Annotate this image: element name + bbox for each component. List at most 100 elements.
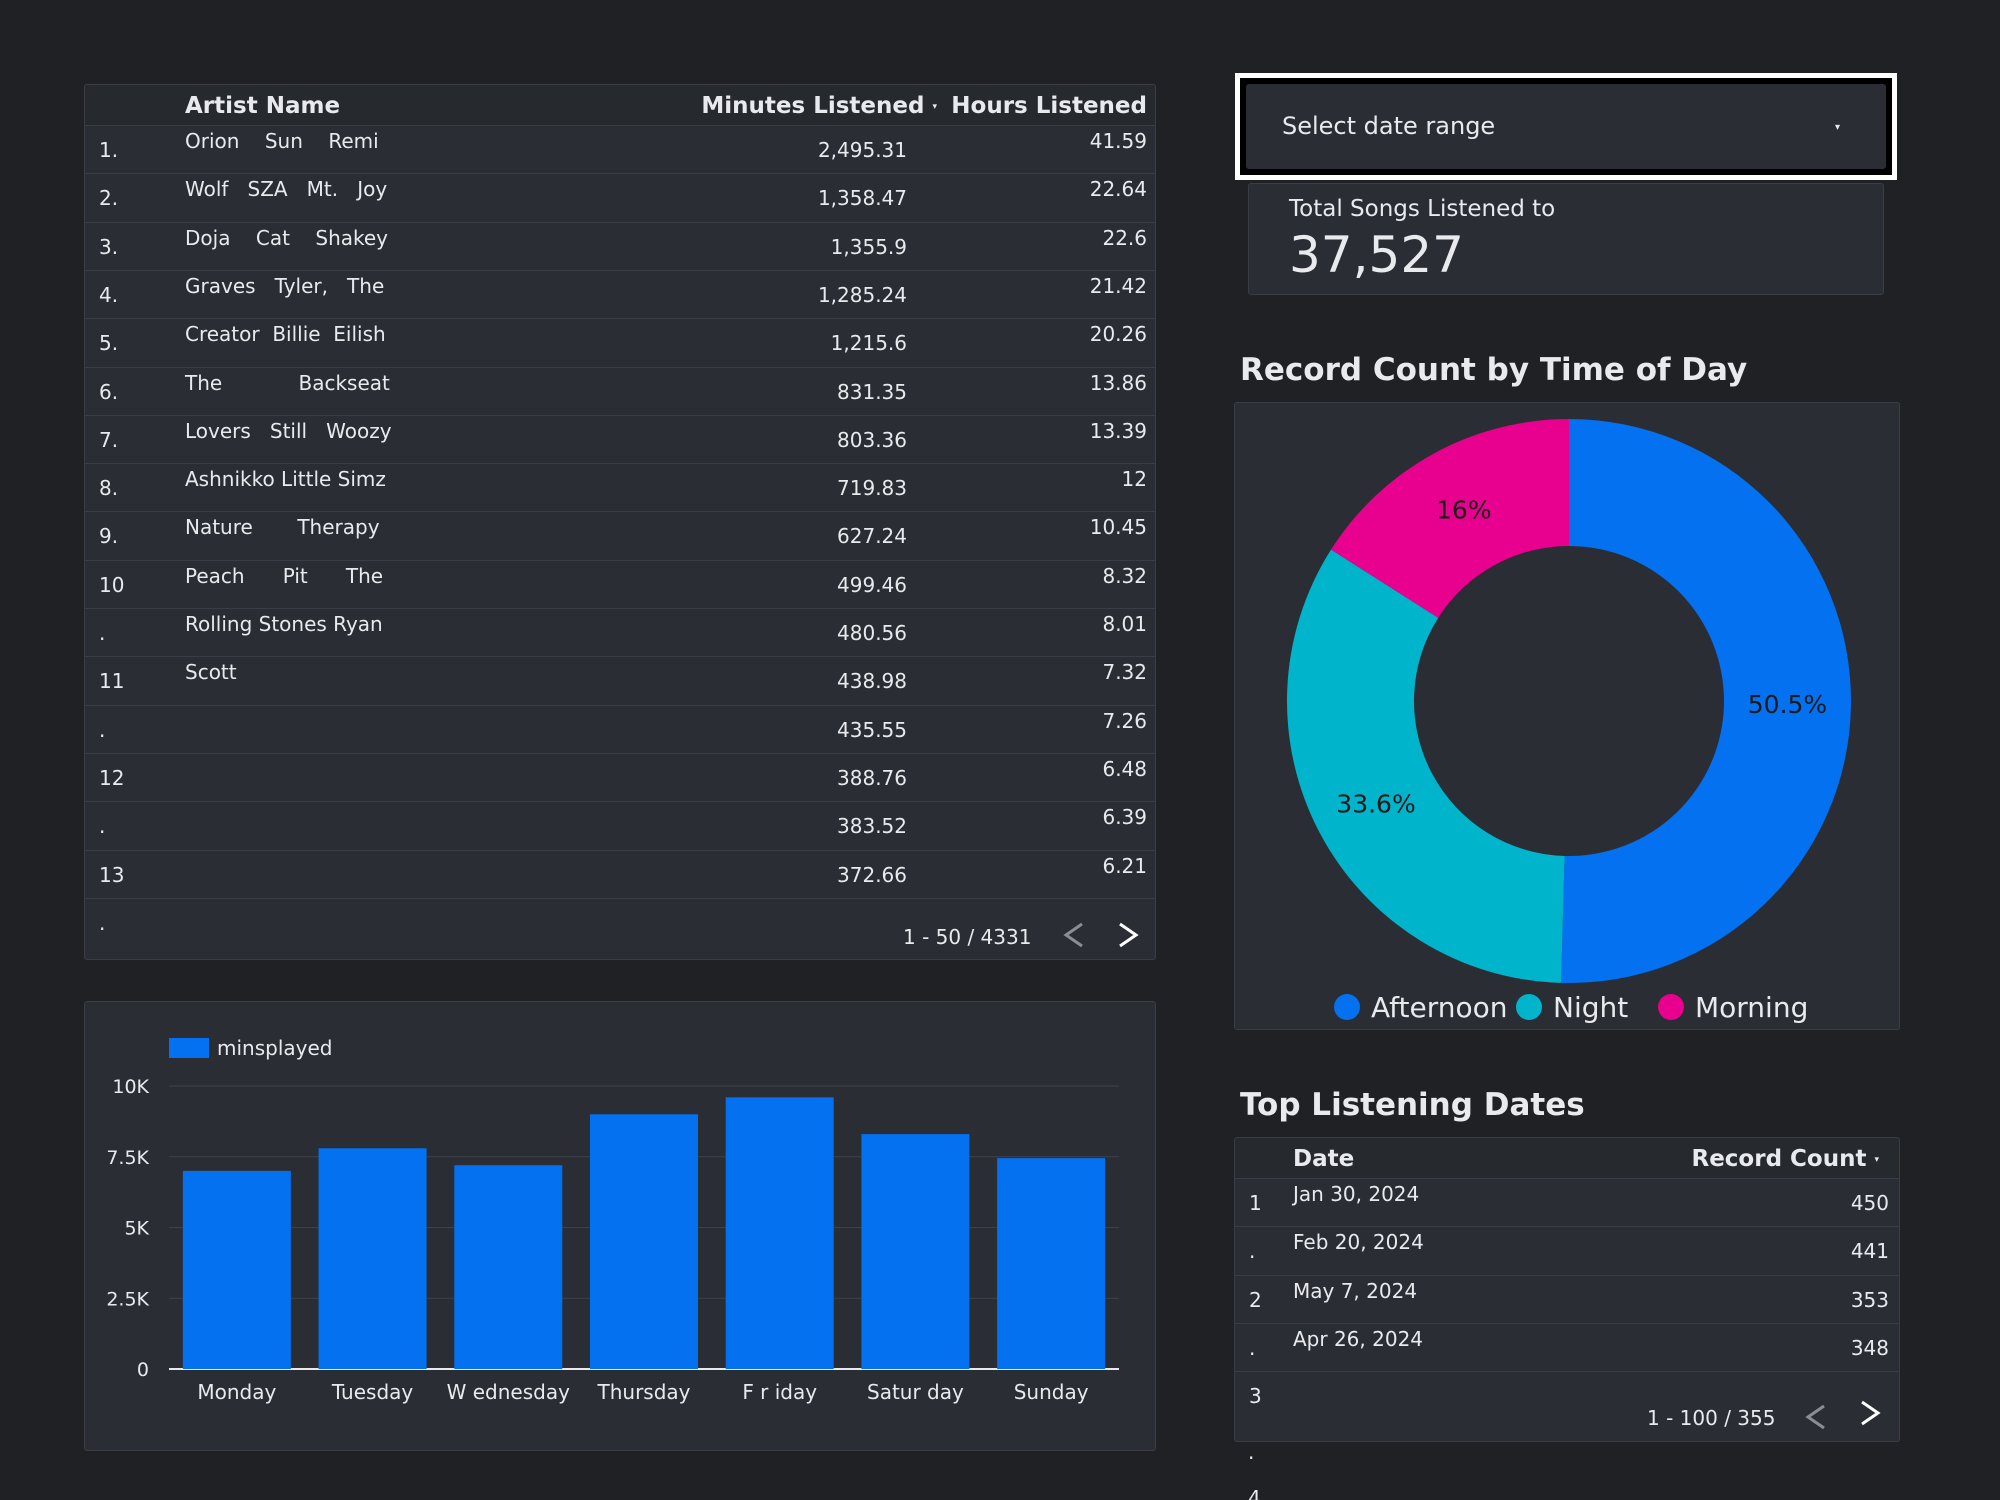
hours-cell: 10.45 [1089, 515, 1147, 540]
column-header-hours-listened[interactable]: Hours Listened [951, 93, 1147, 119]
next-page-icon[interactable] [1111, 918, 1145, 952]
legend-swatch [1516, 994, 1542, 1020]
column-header-artist-name[interactable]: Artist Name [185, 93, 340, 119]
date-range-label: Select date range [1282, 112, 1496, 140]
table-row[interactable]: 2. Wolf SZA Mt. Joy 1,358.47 22.64 [85, 173, 1155, 221]
record-count-cell: 450 [1850, 1191, 1889, 1215]
table-row[interactable]: 10 Peach Pit The 499.46 8.32 [85, 559, 1155, 608]
table-row[interactable]: 5. Creator Billie Eilish 1,215.6 20.26 [85, 318, 1155, 366]
table-row[interactable]: 1 Jan 30, 2024 450 [1235, 1178, 1899, 1226]
x-tick-label: W ednesday [447, 1380, 570, 1404]
x-tick-label: Monday [197, 1380, 276, 1404]
table-row[interactable]: 13 372.66 6.21 [85, 849, 1155, 898]
legend-label: minsplayed [217, 1036, 332, 1060]
table-row[interactable]: . 435.55 7.26 [85, 704, 1155, 753]
table-row[interactable]: 9. Nature Therapy 627.24 10.45 [85, 511, 1155, 559]
table-row[interactable]: 12 388.76 6.48 [85, 752, 1155, 801]
table-row[interactable]: . 383.52 6.39 [85, 801, 1155, 849]
row-index: 2. [99, 186, 119, 211]
hours-cell: 8.01 [1102, 612, 1147, 636]
slice-label: 50.5% [1748, 690, 1827, 719]
column-header-minutes-listened[interactable]: Minutes Listened ▾ [701, 93, 937, 119]
minutes-cell: 480.56 [837, 621, 907, 645]
record-count-cell: 353 [1850, 1287, 1889, 1312]
minutes-by-weekday-chart: 0 2.5K 5K 7.5K 10K Monday Tuesday W ednesday Thu… [106, 1036, 1119, 1404]
bar[interactable] [861, 1134, 970, 1369]
record-count-cell: 348 [1850, 1335, 1889, 1360]
previous-page-icon[interactable] [1799, 1400, 1833, 1434]
hours-cell: 6.21 [1102, 853, 1147, 878]
table-row[interactable]: 7. Lovers Still Woozy 803.36 13.39 [85, 414, 1155, 463]
date-cell: May 7, 2024 [1293, 1278, 1418, 1303]
slice-label: 33.6% [1336, 789, 1415, 818]
bar[interactable] [997, 1158, 1106, 1369]
scorecard-value: 37,527 [1289, 226, 1464, 284]
row-index: 2 [1249, 1287, 1262, 1312]
sort-descending-icon: ▾ [932, 101, 937, 112]
table-row[interactable]: . Feb 20, 2024 441 [1235, 1226, 1899, 1274]
hours-cell: 12 [1121, 467, 1147, 492]
table-row[interactable]: 3. Doja Cat Shakey 1,355.9 22.6 [85, 221, 1155, 270]
bar[interactable] [725, 1097, 834, 1369]
table-row[interactable]: . Rolling Stones Ryan 480.56 8.01 [85, 608, 1155, 656]
row-index: 1 [1249, 1191, 1262, 1215]
row-index: 3. [99, 234, 119, 259]
row-index: 5. [99, 331, 119, 356]
minutes-cell: 383.52 [837, 814, 907, 839]
bar[interactable] [454, 1165, 563, 1369]
y-tick-label: 5K [124, 1218, 149, 1240]
minutes-cell: 803.36 [837, 427, 907, 452]
record-count-cell: 441 [1850, 1239, 1889, 1264]
column-header-date[interactable]: Date [1293, 1146, 1354, 1172]
row-index: 10 [99, 572, 125, 597]
artist-table-header: Artist Name Minutes Listened ▾ Hours List… [85, 85, 1155, 125]
table-row[interactable]: 2 May 7, 2024 353 [1235, 1274, 1899, 1323]
artist-name-cell: Wolf SZA Mt. Joy [185, 177, 388, 202]
donut-slice[interactable] [1287, 549, 1565, 983]
hours-cell: 20.26 [1089, 322, 1147, 347]
previous-page-icon[interactable] [1057, 918, 1091, 952]
hours-cell: 41.59 [1089, 129, 1147, 153]
table-row[interactable]: 4. Graves Tyler, The 1,285.24 21.42 [85, 269, 1155, 318]
total-songs-scorecard: Total Songs Listened to 37,527 [1248, 183, 1884, 295]
legend-label[interactable]: Morning [1695, 991, 1808, 1024]
table-row[interactable]: . Apr 26, 2024 348 [1235, 1322, 1899, 1371]
date-cell: Feb 20, 2024 [1293, 1230, 1424, 1255]
next-page-icon[interactable] [1853, 1396, 1887, 1430]
row-index: . [1248, 1440, 1255, 1464]
x-tick-label: F r iday [742, 1380, 817, 1404]
legend-swatch [1658, 994, 1684, 1020]
bar[interactable] [590, 1114, 698, 1369]
minutes-cell: 438.98 [837, 669, 907, 694]
hours-cell: 22.6 [1102, 225, 1147, 250]
row-index: . [99, 910, 106, 935]
bar[interactable] [182, 1170, 291, 1369]
minutes-cell: 499.46 [837, 572, 907, 597]
top-dates-header: Date Record Count ▾ [1235, 1138, 1899, 1178]
table-row[interactable]: 6. The Backseat 831.35 13.86 [85, 366, 1155, 415]
sort-descending-icon: ▾ [1874, 1154, 1879, 1165]
legend-label[interactable]: Night [1553, 991, 1628, 1024]
minutes-cell: 1,358.47 [817, 186, 907, 211]
chevron-down-icon: ▾ [1834, 122, 1840, 133]
x-tick-label: Tuesday [331, 1380, 414, 1404]
y-tick-label: 7.5K [106, 1147, 149, 1169]
date-cell: Apr 26, 2024 [1293, 1326, 1424, 1351]
artist-table-pagination-text: 1 - 50 / 4331 [903, 925, 1032, 949]
table-row[interactable]: 11 Scott 438.98 7.32 [85, 656, 1155, 704]
table-row[interactable]: 8. Ashnikko Little Simz 719.83 12 [85, 463, 1155, 511]
row-index: 12 [99, 765, 125, 790]
minutes-cell: 1,355.9 [830, 234, 907, 259]
top-dates-title: Top Listening Dates [1240, 1087, 1585, 1123]
row-index: . [99, 717, 106, 742]
column-header-record-count[interactable]: Record Count ▾ [1691, 1146, 1879, 1172]
artist-name-cell: Nature Therapy [185, 515, 380, 540]
legend-label[interactable]: Afternoon [1371, 991, 1508, 1024]
date-range-dropdown[interactable]: Select date range ▾ [1246, 84, 1886, 169]
scorecard-label: Total Songs Listened to [1289, 196, 1556, 222]
legend-swatch [1334, 994, 1360, 1020]
row-index: . [99, 621, 106, 645]
bar[interactable] [318, 1148, 427, 1369]
column-header-record-count-label: Record Count [1691, 1146, 1867, 1172]
table-row[interactable]: 1. Orion Sun Remi 2,495.31 41.59 [85, 125, 1155, 173]
